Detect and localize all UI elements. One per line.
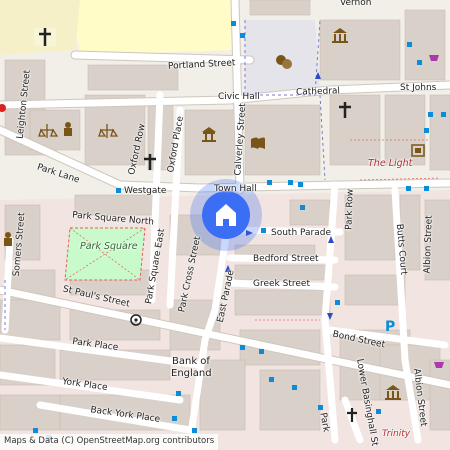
street-label-town-hall: Town Hall bbox=[214, 184, 257, 194]
street-label-bedford-street: Bedford Street bbox=[253, 254, 319, 264]
poi-label-trinity: Trinity bbox=[382, 429, 411, 439]
church-icon bbox=[34, 28, 56, 46]
bank-label-line2: England bbox=[171, 368, 212, 379]
street-label-greek-street: Greek Street bbox=[253, 279, 310, 289]
street-label-st-johns: St Johns bbox=[400, 83, 437, 93]
attribution[interactable]: Maps & Data (C) OpenStreetMap.org contri… bbox=[0, 434, 219, 450]
map-view[interactable]: P Portland Street Civic Hall Cathedral S… bbox=[0, 0, 450, 450]
cream-area bbox=[0, 0, 80, 55]
cream-area bbox=[70, 0, 238, 55]
poi-label-the-light: The Light bbox=[368, 158, 413, 169]
street-label-park-row: Park Row bbox=[344, 188, 356, 231]
street-label-civic-hall: Civic Hall bbox=[218, 92, 260, 102]
svg-text:P: P bbox=[385, 319, 395, 335]
police-icon bbox=[64, 122, 72, 136]
library-icon bbox=[251, 137, 265, 149]
police-icon bbox=[4, 232, 12, 246]
bank-label-line1: Bank of bbox=[172, 356, 210, 367]
street-label-westgate: Westgate bbox=[124, 186, 167, 196]
street-label-cathedral: Cathedral bbox=[295, 86, 341, 98]
parking-icon: P bbox=[385, 319, 395, 335]
park-label: Park Square bbox=[80, 241, 138, 252]
street-label-south-parade: South Parade bbox=[271, 228, 332, 238]
street-label-park-short: Park bbox=[317, 411, 331, 433]
street-label-vernon: Vernon bbox=[340, 0, 372, 8]
